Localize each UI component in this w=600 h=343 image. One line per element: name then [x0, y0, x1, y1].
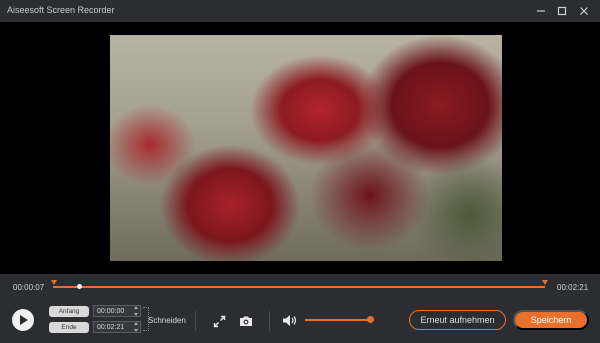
rerecord-button[interactable]: Erneut aufnehmen	[409, 310, 506, 330]
cut-button[interactable]: Schneiden	[148, 316, 186, 325]
volume-icon[interactable]	[281, 312, 299, 328]
trim-end-marker[interactable]	[542, 280, 548, 285]
end-time-stepper[interactable]	[133, 322, 139, 332]
play-icon	[20, 315, 28, 325]
play-button[interactable]	[12, 309, 34, 331]
maximize-icon[interactable]	[554, 3, 570, 19]
app-title: Aiseesoft Screen Recorder	[7, 5, 115, 15]
video-preview-area	[0, 22, 600, 274]
divider	[195, 311, 196, 331]
minimize-icon[interactable]	[533, 3, 549, 19]
camera-icon[interactable]	[238, 313, 254, 329]
divider	[269, 311, 270, 331]
start-label: Anfang	[49, 306, 89, 317]
trim-start-marker[interactable]	[51, 280, 57, 285]
save-button[interactable]: Speichern	[513, 310, 589, 330]
video-frame[interactable]	[110, 35, 502, 261]
close-icon[interactable]	[576, 3, 592, 19]
volume-slider-handle[interactable]	[367, 316, 374, 323]
total-time: 00:02:21	[557, 283, 589, 292]
control-bar: Anfang 00:00:00 Ende 00:02:21 Erneut auf…	[0, 300, 600, 343]
timeline-bar: 00:00:07 00:02:21	[0, 274, 600, 300]
playhead[interactable]	[77, 284, 82, 289]
timeline-track[interactable]	[53, 286, 545, 288]
end-label: Ende	[49, 322, 89, 333]
title-bar: Aiseesoft Screen Recorder	[0, 0, 600, 22]
start-time-stepper[interactable]	[133, 306, 139, 316]
volume-slider-track[interactable]	[305, 319, 370, 321]
expand-icon[interactable]	[211, 313, 227, 329]
current-time: 00:00:07	[13, 283, 45, 292]
